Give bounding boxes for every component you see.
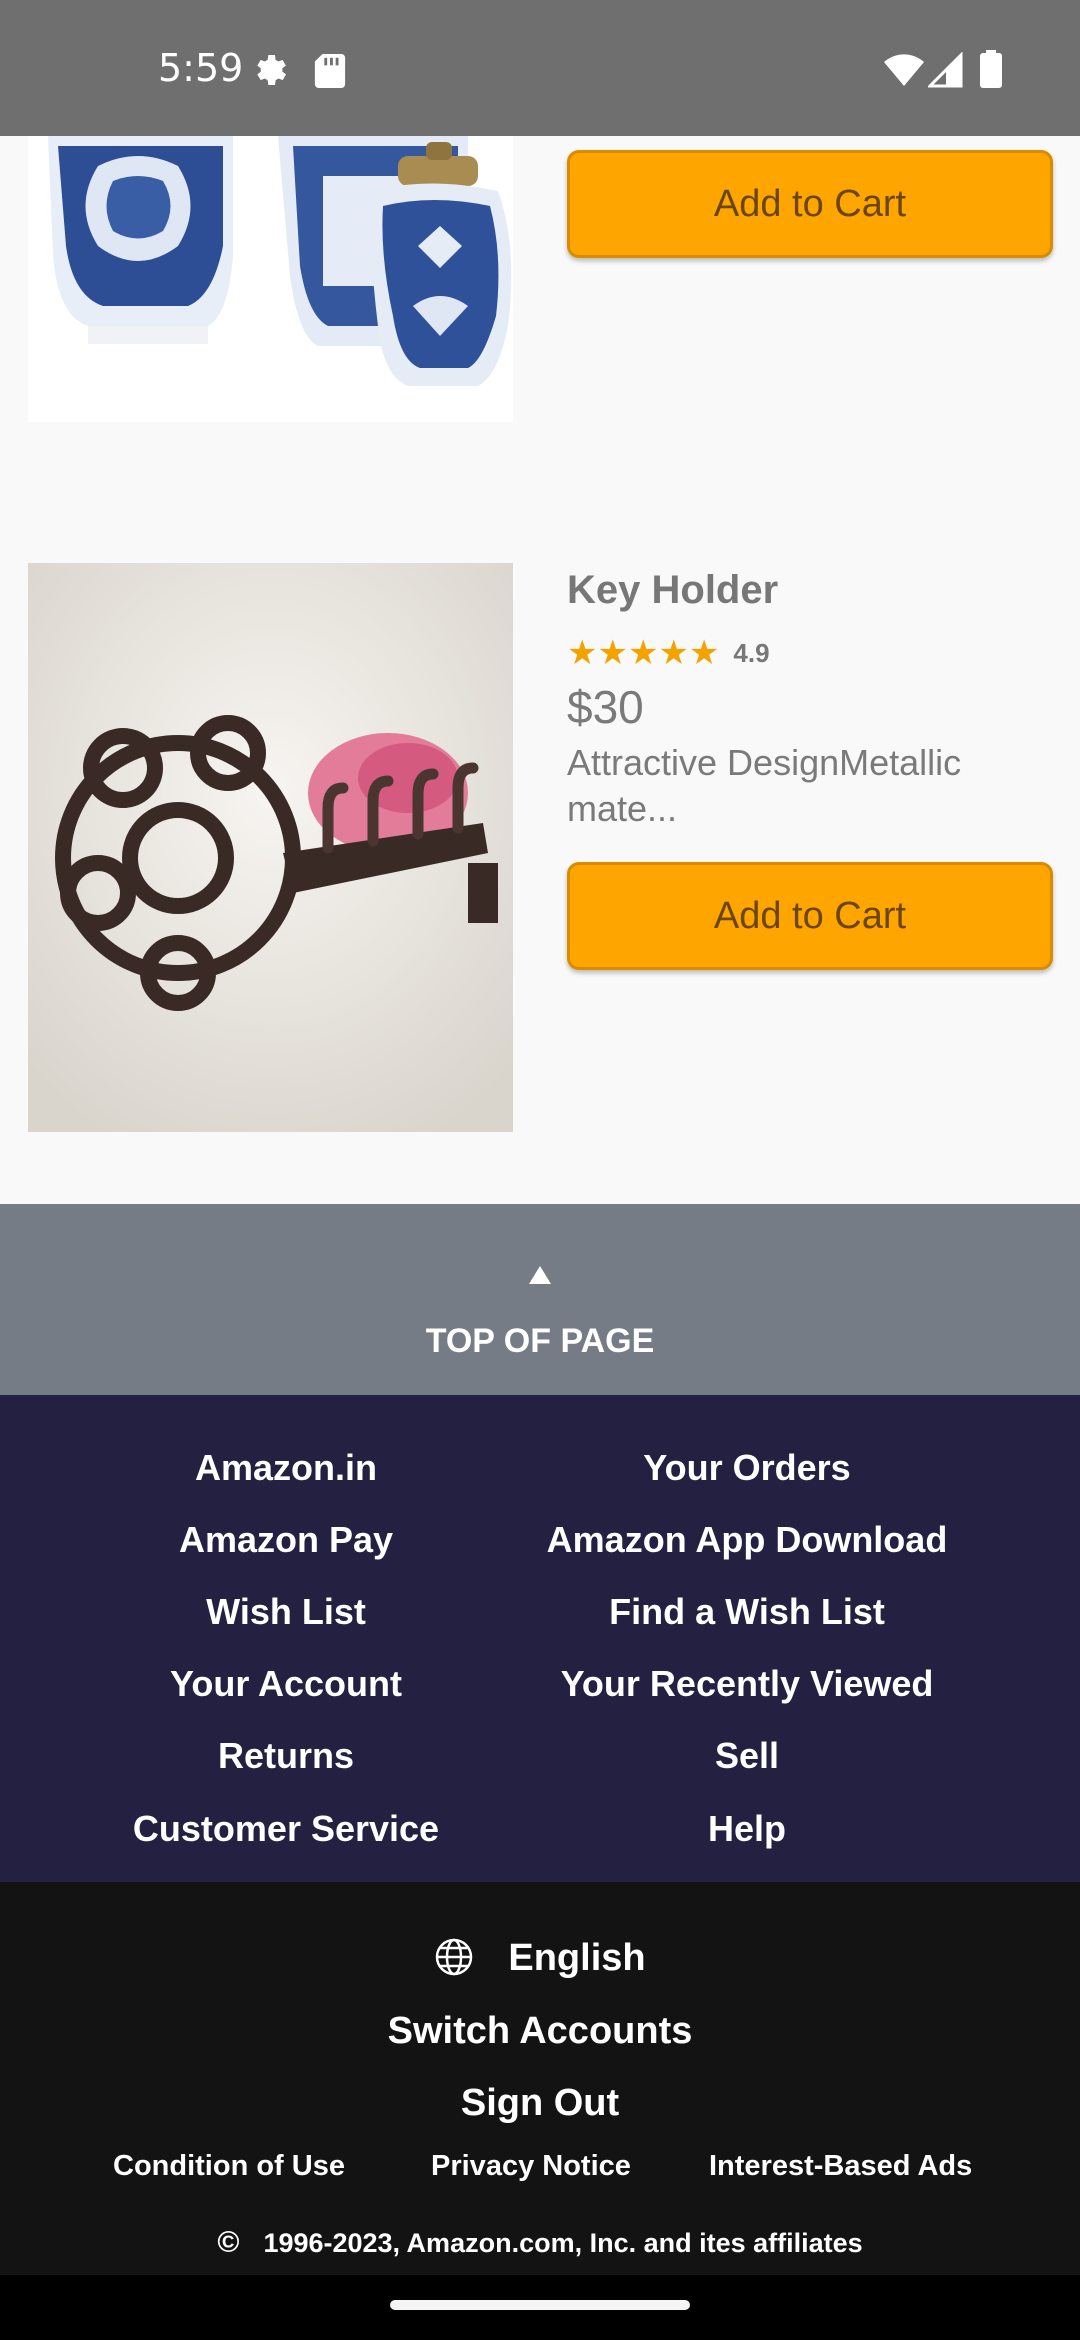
- status-time: 5:59: [158, 46, 244, 90]
- link-returns[interactable]: Returns: [26, 1735, 546, 1777]
- link-your-account[interactable]: Your Account: [26, 1663, 546, 1705]
- sign-out-link[interactable]: Sign Out: [0, 2082, 1080, 2125]
- key-holder-image: [28, 563, 513, 1132]
- link-amazon-in[interactable]: Amazon.in: [26, 1447, 546, 1489]
- globe-icon: [436, 1938, 473, 1976]
- top-of-page-label: TOP OF PAGE: [425, 1322, 655, 1360]
- product-image[interactable]: [28, 563, 513, 1132]
- star-rating-icon: ★★★★★: [567, 634, 720, 672]
- footer-links: Amazon.in Amazon Pay Wish List Your Acco…: [0, 1395, 1080, 1882]
- link-app-download[interactable]: Amazon App Download: [487, 1519, 1007, 1561]
- language-selector[interactable]: English: [0, 1937, 1080, 1980]
- link-wish-list[interactable]: Wish List: [26, 1591, 546, 1633]
- link-sell[interactable]: Sell: [487, 1735, 1007, 1777]
- add-to-cart-button[interactable]: Add to Cart: [567, 150, 1053, 258]
- signal-icon: [928, 52, 963, 88]
- copyright-notice: © 1996-2023, Amazon.com, Inc. and ites af…: [0, 2226, 1080, 2260]
- product-image[interactable]: [28, 136, 513, 422]
- battery-icon: [980, 50, 1002, 88]
- product-title[interactable]: Key Holder: [567, 568, 778, 613]
- link-recently-viewed[interactable]: Your Recently Viewed: [487, 1663, 1007, 1705]
- link-amazon-pay[interactable]: Amazon Pay: [26, 1519, 546, 1561]
- navigation-bar: [0, 2275, 1080, 2340]
- condition-of-use-link[interactable]: Condition of Use: [113, 2150, 345, 2183]
- product-rating: ★★★★★ 4.9: [567, 634, 770, 672]
- top-of-page-button[interactable]: TOP OF PAGE: [0, 1204, 1080, 1395]
- add-to-cart-button[interactable]: Add to Cart: [567, 862, 1053, 970]
- link-help[interactable]: Help: [487, 1808, 1007, 1850]
- footer: English Switch Accounts Sign Out Conditi…: [0, 1882, 1080, 2275]
- product-description: Attractive DesignMetallic mate...: [567, 742, 962, 829]
- copyright-icon: ©: [217, 2226, 240, 2259]
- link-your-orders[interactable]: Your Orders: [487, 1447, 1007, 1489]
- home-gesture-handle[interactable]: [390, 2300, 690, 2310]
- status-bar: 5:59: [0, 0, 1080, 136]
- copyright-text: 1996-2023, Amazon.com, Inc. and ites aff…: [263, 2228, 863, 2258]
- blue-white-porcelain-jars-image: [28, 136, 513, 422]
- language-label: English: [508, 1937, 646, 1979]
- sd-card-icon: [314, 54, 346, 88]
- switch-accounts-link[interactable]: Switch Accounts: [0, 2010, 1080, 2053]
- link-customer-service[interactable]: Customer Service: [26, 1808, 546, 1850]
- gear-icon: [257, 55, 286, 85]
- link-find-wish-list[interactable]: Find a Wish List: [487, 1591, 1007, 1633]
- product-price: $30: [567, 681, 644, 733]
- rating-value: 4.9: [733, 637, 770, 668]
- interest-based-ads-link[interactable]: Interest-Based Ads: [709, 2150, 972, 2183]
- arrow-up-icon: [529, 1266, 551, 1284]
- privacy-notice-link[interactable]: Privacy Notice: [431, 2150, 631, 2183]
- wifi-icon: [884, 54, 924, 86]
